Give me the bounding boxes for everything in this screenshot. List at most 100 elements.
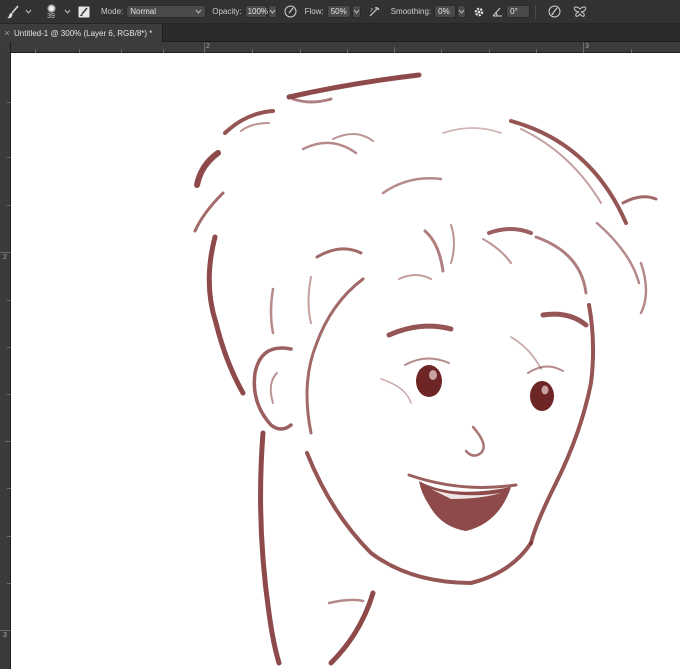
hair-stroke — [291, 97, 333, 104]
ruler-tick — [0, 252, 11, 253]
face-outline — [639, 261, 648, 315]
opacity-label: Opacity: — [212, 7, 242, 16]
brush-icon — [7, 4, 19, 18]
brush-preset-icon — [46, 3, 56, 13]
gear-icon — [474, 7, 484, 16]
smoothing-value: 0% — [438, 7, 450, 16]
chevron-down-icon — [25, 9, 31, 14]
ruler-mark-3: 3 — [3, 632, 7, 639]
hair-stroke — [509, 119, 628, 225]
angle-icon — [492, 7, 502, 17]
left-eye-highlight — [429, 370, 437, 380]
face-outline — [529, 303, 596, 545]
face-shading — [380, 378, 412, 404]
hair-stroke — [534, 235, 588, 295]
brush-angle-control[interactable] — [490, 3, 504, 21]
brush-tool-preset-picker[interactable] — [3, 3, 23, 21]
brush-angle-value: 0° — [510, 7, 518, 16]
flow-field[interactable]: 50% — [326, 5, 351, 18]
brush-size-value: 39 — [47, 12, 55, 20]
right-eyelid — [527, 365, 564, 374]
symmetry-options-button[interactable] — [570, 3, 590, 21]
ruler-mark-3: 3 — [585, 43, 589, 50]
close-tab-button[interactable]: × — [0, 28, 14, 38]
hair-stroke — [450, 224, 455, 264]
smoothing-field[interactable]: 0% — [434, 5, 457, 18]
opacity-slider-toggle[interactable] — [267, 5, 277, 18]
pressure-size-icon — [548, 5, 561, 18]
tab-untitled-1[interactable]: × Untitled-1 @ 300% (Layer 6, RGB/8*) * — [0, 24, 163, 42]
pressure-size-toggle[interactable] — [544, 3, 564, 21]
neck-line — [258, 430, 282, 666]
hair-stroke — [269, 287, 275, 335]
hair-stroke — [332, 133, 374, 142]
chevron-down-icon — [195, 9, 202, 14]
brush-settings-panel-toggle[interactable] — [75, 3, 93, 21]
face-outline — [305, 451, 533, 585]
hair-stroke — [240, 122, 270, 132]
hair-stroke — [595, 221, 641, 285]
chevron-down-icon — [64, 9, 70, 14]
right-eyebrow — [540, 311, 589, 328]
hair-stroke — [621, 195, 658, 205]
neck-line — [328, 590, 376, 666]
airbrush-icon — [369, 7, 380, 17]
smoothing-slider-toggle[interactable] — [457, 5, 467, 18]
butterfly-symmetry-icon — [574, 6, 587, 17]
ruler-tick — [204, 42, 205, 53]
document-tab-bar: × Untitled-1 @ 300% (Layer 6, RGB/8*) * — [0, 24, 680, 42]
nose — [464, 425, 485, 457]
document-canvas[interactable] — [11, 53, 680, 669]
sketch-artwork — [193, 72, 658, 666]
pressure-opacity-icon — [284, 5, 297, 18]
hair-stroke — [381, 177, 443, 195]
brush-angle-field[interactable]: 0° — [506, 5, 531, 18]
options-bar: 39 Mode: Normal Opacity: 100% Flow: 50% — [0, 0, 680, 24]
document-tab-title: Untitled-1 @ 300% (Layer 6, RGB/8*) * — [14, 28, 153, 38]
flow-label: Flow: — [304, 7, 324, 16]
ruler-tick — [0, 630, 11, 631]
hair-stroke — [487, 227, 533, 235]
ruler-mark-2: 2 — [3, 254, 7, 261]
hair-stroke — [307, 276, 312, 324]
brush-preset-picker[interactable]: 39 — [39, 3, 63, 21]
hair-stroke — [442, 127, 502, 134]
divider — [535, 4, 537, 19]
hair-stroke — [194, 150, 221, 188]
smoothing-options-button[interactable] — [470, 3, 488, 21]
chevron-down-icon — [458, 9, 465, 14]
mode-label: Mode: — [101, 7, 124, 16]
smoothing-label: Smoothing: — [390, 7, 432, 16]
hair-stroke — [423, 229, 445, 273]
vertical-ruler[interactable]: 2 3 — [0, 42, 11, 669]
flow-value: 50% — [330, 7, 347, 16]
opacity-field[interactable]: 100% — [244, 5, 269, 18]
right-eye-highlight — [541, 385, 549, 395]
flow-slider-toggle[interactable] — [351, 5, 361, 18]
open-mouth — [419, 481, 511, 531]
mode-select[interactable]: Normal — [126, 5, 207, 18]
face-shading — [510, 336, 542, 370]
opacity-value: 100% — [247, 7, 269, 16]
hair-stroke — [206, 234, 246, 396]
ruler-tick — [583, 42, 584, 53]
left-eyebrow — [386, 323, 454, 338]
airbrush-toggle[interactable] — [365, 3, 385, 21]
left-eye — [416, 365, 442, 397]
brush-settings-panel-icon — [78, 6, 90, 17]
hair-stroke — [223, 109, 275, 135]
brush-preset-dropdown[interactable] — [63, 3, 71, 21]
hair-stroke — [193, 191, 225, 233]
right-eye — [530, 381, 554, 411]
hair-stroke — [301, 141, 358, 155]
chevron-down-icon — [353, 9, 360, 14]
horizontal-ruler[interactable]: 2 3 — [11, 42, 680, 53]
left-eyelid — [404, 357, 450, 366]
tool-preset-dropdown[interactable] — [23, 3, 33, 21]
face-outline — [305, 277, 365, 435]
chevron-down-icon — [269, 9, 275, 14]
hair-stroke — [315, 247, 363, 259]
pressure-opacity-toggle[interactable] — [281, 3, 301, 21]
hair-stroke — [482, 238, 512, 264]
hair-stroke — [398, 274, 432, 280]
